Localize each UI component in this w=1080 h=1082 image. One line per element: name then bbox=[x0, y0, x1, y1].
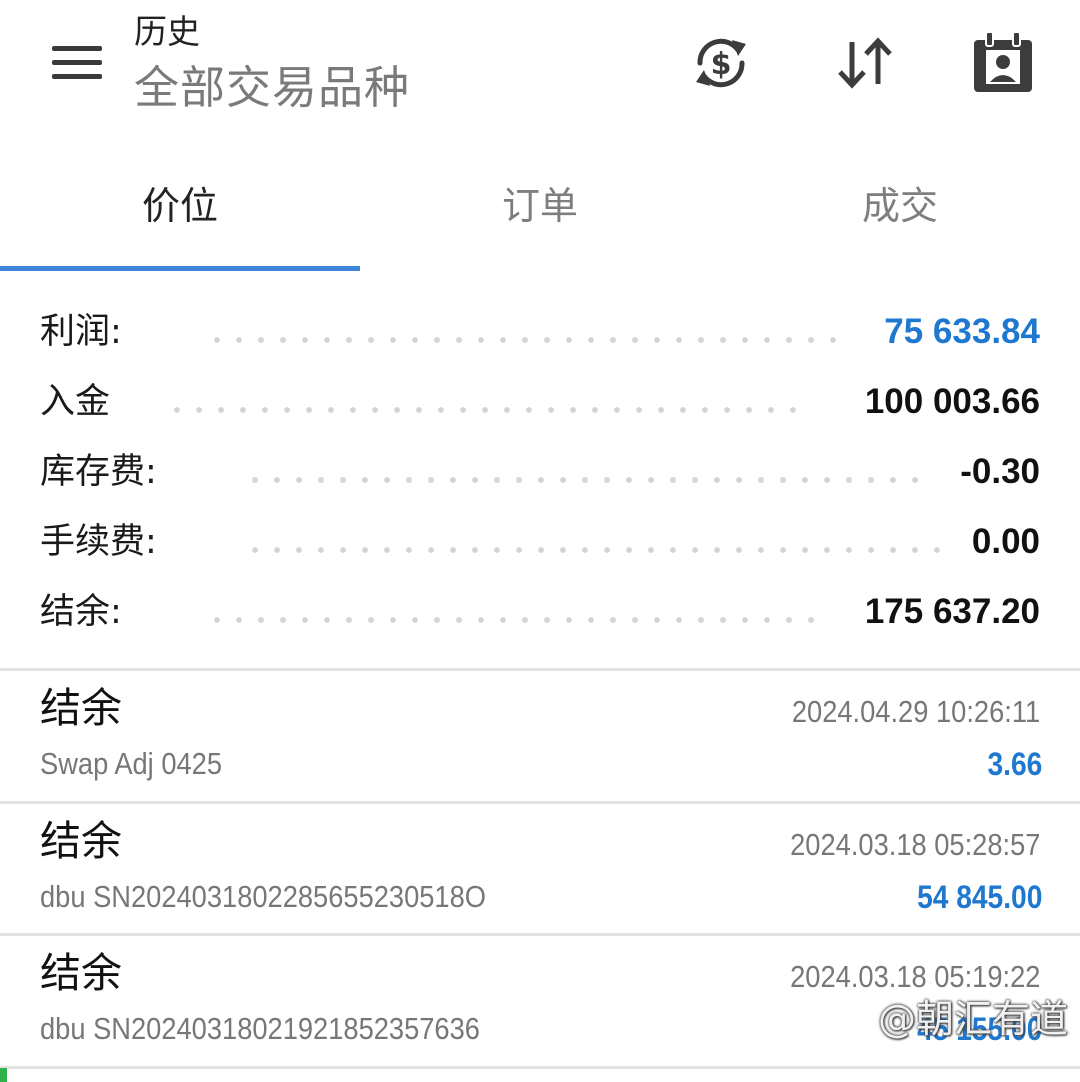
tab-prices[interactable]: 价位 bbox=[0, 150, 360, 266]
dot-leader bbox=[244, 546, 950, 554]
active-tab-indicator bbox=[0, 266, 360, 271]
contact-card-icon[interactable] bbox=[970, 30, 1036, 96]
dot-leader bbox=[244, 476, 928, 484]
summary-row-profit: 利润: 75 633.84 bbox=[40, 302, 1040, 362]
summary-label: 结余: bbox=[40, 592, 122, 632]
deal-amount: 3.66 bbox=[987, 746, 1042, 782]
watermark: @朝汇有道 bbox=[877, 997, 1068, 1041]
app-bar: 历史 全部交易品种 $ bbox=[0, 0, 1080, 140]
tab-bar: 价位 订单 成交 bbox=[0, 150, 1080, 272]
page-title: 历史 bbox=[134, 12, 200, 51]
sort-icon[interactable] bbox=[832, 30, 898, 96]
divider bbox=[0, 801, 1080, 804]
deal-time: 2024.04.29 10:26:11 bbox=[791, 694, 1040, 729]
divider bbox=[0, 668, 1080, 671]
dot-leader bbox=[206, 336, 846, 344]
summary-value: -0.30 bbox=[960, 452, 1040, 491]
summary-value: 175 637.20 bbox=[864, 592, 1040, 631]
list-item[interactable]: 结余 dbu SN2024031802285655230518O 2024.03… bbox=[0, 805, 1080, 935]
tab-deals[interactable]: 成交 bbox=[720, 150, 1080, 266]
deal-type: 结余 bbox=[40, 817, 122, 865]
deal-comment: dbu SN20240318021921852357636 bbox=[40, 1011, 480, 1046]
scroll-edge-indicator bbox=[0, 1068, 7, 1082]
summary-label: 利润: bbox=[40, 312, 122, 352]
deal-time: 2024.03.18 05:28:57 bbox=[789, 827, 1040, 862]
deal-type: 结余 bbox=[40, 684, 122, 732]
dot-leader bbox=[166, 406, 806, 414]
symbol-filter[interactable]: 全部交易品种 bbox=[134, 60, 410, 116]
deal-amount: 54 845.00 bbox=[916, 879, 1042, 915]
summary-value: 0.00 bbox=[971, 522, 1040, 561]
divider bbox=[0, 1066, 1080, 1069]
summary-label: 库存费: bbox=[40, 452, 157, 492]
deal-comment: dbu SN2024031802285655230518O bbox=[40, 879, 486, 914]
dot-leader bbox=[206, 616, 824, 624]
summary-label: 入金 bbox=[40, 382, 111, 422]
summary-row-deposit: 入金 100 003.66 bbox=[40, 372, 1040, 432]
deal-time: 2024.03.18 05:19:22 bbox=[789, 959, 1040, 994]
menu-icon[interactable] bbox=[52, 46, 104, 82]
list-item[interactable]: 结余 Swap Adj 0425 2024.04.29 10:26:11 3.6… bbox=[0, 672, 1080, 802]
summary-row-commission: 手续费: 0.00 bbox=[40, 512, 1040, 572]
summary-row-swap: 库存费: -0.30 bbox=[40, 442, 1040, 502]
currency-exchange-icon[interactable]: $ bbox=[688, 30, 754, 96]
summary-value: 75 633.84 bbox=[884, 312, 1040, 351]
tab-orders[interactable]: 订单 bbox=[360, 150, 720, 266]
divider bbox=[0, 933, 1080, 936]
summary-value: 100 003.66 bbox=[864, 382, 1040, 421]
summary-label: 手续费: bbox=[40, 522, 157, 562]
summary-row-balance: 结余: 175 637.20 bbox=[40, 582, 1040, 642]
deal-type: 结余 bbox=[40, 949, 122, 997]
deal-comment: Swap Adj 0425 bbox=[40, 746, 223, 781]
svg-text:$: $ bbox=[711, 47, 732, 82]
